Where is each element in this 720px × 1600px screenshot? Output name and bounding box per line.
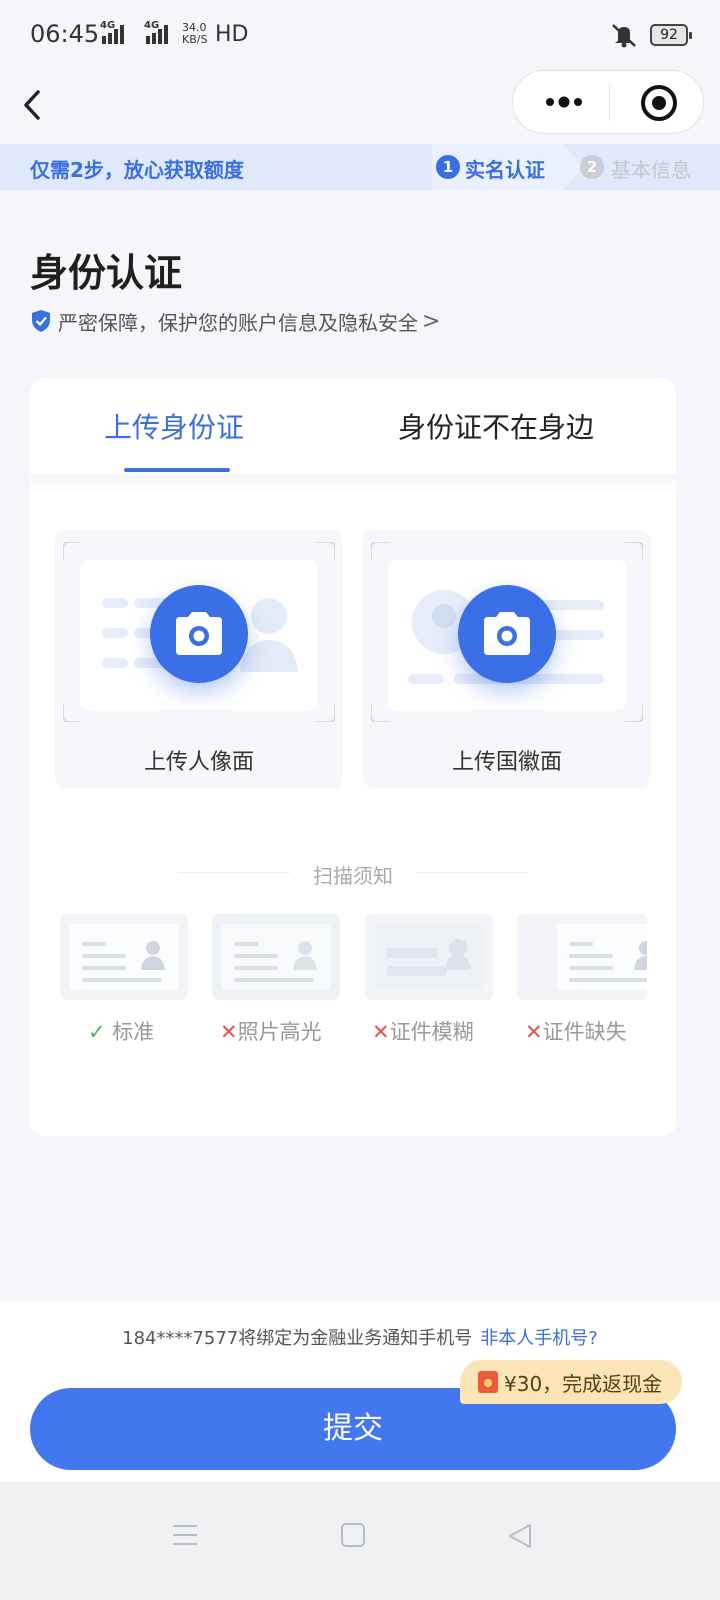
phone-binding-note: 184****7577将绑定为金融业务通知手机号 非本人手机号? xyxy=(0,1324,720,1350)
sample-glare xyxy=(212,914,340,1000)
tab-upload-id[interactable]: 上传身份证 xyxy=(104,406,244,446)
sample-line xyxy=(82,942,106,946)
notice-item-label: 证件模糊 xyxy=(389,1020,474,1044)
id-line xyxy=(102,598,128,608)
shield-check-icon xyxy=(32,310,50,332)
red-envelope-icon xyxy=(478,1371,498,1393)
sample-blurry xyxy=(365,914,493,1000)
upload-emblem-button[interactable]: 上传国徽面 xyxy=(363,530,651,788)
step1-label: 实名认证 xyxy=(465,158,545,182)
more-dots-icon[interactable] xyxy=(541,87,587,117)
step1-number: 1 xyxy=(436,155,460,179)
status-bar: 06:45 4G 4G 34.0 KB/S HD 92 xyxy=(0,0,720,70)
mini-program-capsule xyxy=(512,70,704,134)
sample-line xyxy=(387,948,437,958)
sample-standard xyxy=(60,914,188,1000)
sample-card xyxy=(557,924,647,990)
status-time: 06:45 xyxy=(30,20,100,48)
signal-bars-icon-2 xyxy=(146,25,168,44)
sample-person-icon xyxy=(445,939,471,970)
sample-line xyxy=(234,978,314,982)
signal-bars-icon xyxy=(102,25,124,44)
notice-item-glare: ✕照片高光 xyxy=(220,1016,322,1046)
privacy-link[interactable]: 严密保障，保护您的账户信息及隐私安全 > xyxy=(30,306,440,336)
camera-button[interactable] xyxy=(458,585,556,683)
menu-icon[interactable] xyxy=(172,1522,198,1548)
cashback-badge: ¥30，完成返现金 xyxy=(460,1360,683,1404)
cross-icon: ✕ xyxy=(525,1020,543,1044)
camera-button[interactable] xyxy=(150,585,248,683)
sample-line xyxy=(234,954,278,958)
back-triangle-icon[interactable] xyxy=(506,1522,534,1550)
speed-unit: KB/S xyxy=(182,33,208,46)
sample-card xyxy=(222,924,330,990)
notice-item-label: 标准 xyxy=(112,1020,155,1044)
notice-item-standard: ✓ 标准 xyxy=(88,1016,154,1046)
id-card-panel: 上传身份证 身份证不在身边 上传人像面 上传国徽面 扫描须知 ✓ 标准 ✕照片高… xyxy=(30,378,676,1136)
sample-line xyxy=(387,966,447,976)
tab-underline xyxy=(124,468,230,472)
steps-tip: 仅需2步，放心获取额度 xyxy=(30,158,244,182)
upload-portrait-button[interactable]: 上传人像面 xyxy=(55,530,343,788)
phone-binding-text: 184****7577将绑定为金融业务通知手机号 xyxy=(122,1328,473,1349)
sample-person-icon xyxy=(293,941,317,970)
notice-divider-right xyxy=(416,872,528,873)
notice-item-label: 照片高光 xyxy=(237,1020,322,1044)
step2-label: 基本信息 xyxy=(611,158,691,182)
sample-missing xyxy=(517,914,647,1000)
cross-icon: ✕ xyxy=(372,1020,390,1044)
sample-line xyxy=(569,954,613,958)
bottom-bar: 184****7577将绑定为金融业务通知手机号 非本人手机号? 提交 ¥30，完… xyxy=(0,1302,720,1482)
check-icon: ✓ xyxy=(88,1020,106,1044)
sample-person-icon xyxy=(141,941,165,970)
sample-card xyxy=(375,924,483,990)
id-line xyxy=(102,658,128,668)
back-arrow-icon[interactable] xyxy=(16,80,56,130)
chevron-right-icon: > xyxy=(422,308,441,334)
sample-card xyxy=(70,924,178,990)
step2-number: 2 xyxy=(580,155,604,179)
notice-item-blurry: ✕证件模糊 xyxy=(372,1016,474,1046)
tab-divider xyxy=(30,474,676,494)
scan-notice-title: 扫描须知 xyxy=(313,864,393,888)
home-icon[interactable] xyxy=(340,1522,366,1548)
cashback-text: ¥30，完成返现金 xyxy=(504,1371,663,1396)
change-phone-link[interactable]: 非本人手机号? xyxy=(480,1328,598,1349)
sample-line xyxy=(82,966,126,970)
system-nav-bar xyxy=(0,1482,720,1600)
upload-emblem-label: 上传国徽面 xyxy=(451,750,562,775)
network-speed: 34.0 KB/S xyxy=(182,22,207,46)
sample-line xyxy=(569,966,613,970)
steps-banner: 仅需2步，放心获取额度 1 实名认证 2 基本信息 xyxy=(0,144,720,190)
camera-icon xyxy=(484,612,530,655)
sample-line xyxy=(234,966,278,970)
nav-bar xyxy=(0,70,720,144)
id-line xyxy=(408,674,444,684)
sample-line xyxy=(569,942,593,946)
cross-icon: ✕ xyxy=(220,1020,238,1044)
close-target-icon[interactable] xyxy=(639,83,679,123)
sample-line xyxy=(234,942,258,946)
sample-line xyxy=(82,978,162,982)
sample-line xyxy=(569,978,647,982)
upload-portrait-label: 上传人像面 xyxy=(143,750,254,775)
sample-line xyxy=(82,954,126,958)
camera-icon xyxy=(176,612,222,655)
battery-icon: 92 xyxy=(650,24,692,46)
notice-item-label: 证件缺失 xyxy=(542,1020,627,1044)
hd-indicator: HD xyxy=(215,22,249,47)
capsule-divider xyxy=(609,85,610,121)
tab-no-id[interactable]: 身份证不在身边 xyxy=(398,406,594,446)
notice-item-missing: ✕证件缺失 xyxy=(525,1016,627,1046)
sample-person-icon xyxy=(634,941,647,970)
mute-bell-icon xyxy=(612,24,636,48)
privacy-text: 严密保障，保护您的账户信息及隐私安全 xyxy=(58,310,418,335)
page-title: 身份认证 xyxy=(30,251,183,295)
id-line xyxy=(102,628,128,638)
